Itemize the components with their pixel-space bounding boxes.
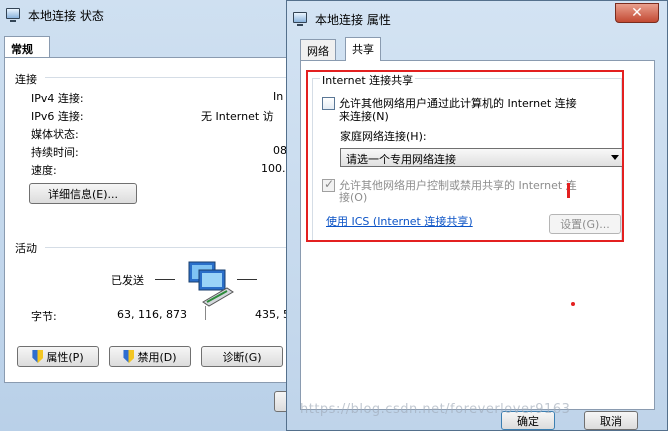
duration-label: 持续时间: xyxy=(31,146,79,159)
media-state-label: 媒体状态: xyxy=(31,128,79,141)
bytes-label: 字节: xyxy=(31,310,57,323)
status-tabbar: 常规 xyxy=(0,34,300,59)
sent-label: 已发送 xyxy=(111,274,144,287)
tab-network[interactable]: 网络 xyxy=(300,39,336,60)
received-dash xyxy=(237,279,257,280)
status-window-title: 本地连接 状态 xyxy=(28,9,104,23)
status-window: 本地连接 状态 常规 连接 IPv4 连接: In IPv6 连接: 无 Int… xyxy=(0,0,300,431)
close-button[interactable]: ✕ xyxy=(615,3,659,23)
tab-general[interactable]: 常规 xyxy=(4,36,50,59)
bytes-sent-value: 63, 116, 873 xyxy=(117,308,187,321)
disable-button[interactable]: 禁用(D) xyxy=(109,346,191,367)
connection-group-label: 连接 xyxy=(15,73,37,86)
ipv4-value: In xyxy=(273,90,284,103)
activity-group-label: 活动 xyxy=(15,242,37,255)
ipv4-label: IPv4 连接: xyxy=(31,92,84,105)
ipv6-label: IPv6 连接: xyxy=(31,110,84,123)
annotation-red-mark xyxy=(567,183,570,198)
properties-button-label: 属性(P) xyxy=(46,350,84,364)
watermark-text: https://blog.csdn.net/foreverlover9163 xyxy=(300,402,571,417)
annotation-red-box xyxy=(306,70,624,242)
uac-shield-icon xyxy=(123,350,135,363)
properties-window-title: 本地连接 属性 xyxy=(315,13,391,27)
properties-button[interactable]: 属性(P) xyxy=(17,346,99,367)
tab-sharing[interactable]: 共享 xyxy=(345,37,381,61)
network-activity-icon xyxy=(188,261,234,307)
activity-separator xyxy=(205,306,206,320)
cancel-button[interactable]: 取消 xyxy=(584,411,638,430)
disable-button-label: 禁用(D) xyxy=(137,350,177,364)
speed-value: 100. xyxy=(261,162,286,175)
ipv6-value: 无 Internet 访 xyxy=(201,110,274,123)
duration-value: 08 xyxy=(273,144,287,157)
speed-label: 速度: xyxy=(31,164,57,177)
network-connection-icon xyxy=(293,12,307,26)
bytes-received-value: 435, 5 xyxy=(255,308,290,321)
activity-group-divider xyxy=(45,247,295,248)
connection-group-divider xyxy=(45,77,295,78)
diagnose-button[interactable]: 诊断(G) xyxy=(201,346,283,367)
status-panel: 连接 IPv4 连接: In IPv6 连接: 无 Internet 访 媒体状… xyxy=(4,57,300,383)
annotation-red-dot xyxy=(571,302,575,306)
network-connection-icon xyxy=(6,8,20,22)
sent-dash xyxy=(155,279,175,280)
uac-shield-icon xyxy=(32,350,44,363)
details-button[interactable]: 详细信息(E)... xyxy=(29,183,137,204)
status-window-titlebar[interactable]: 本地连接 状态 xyxy=(0,0,300,30)
